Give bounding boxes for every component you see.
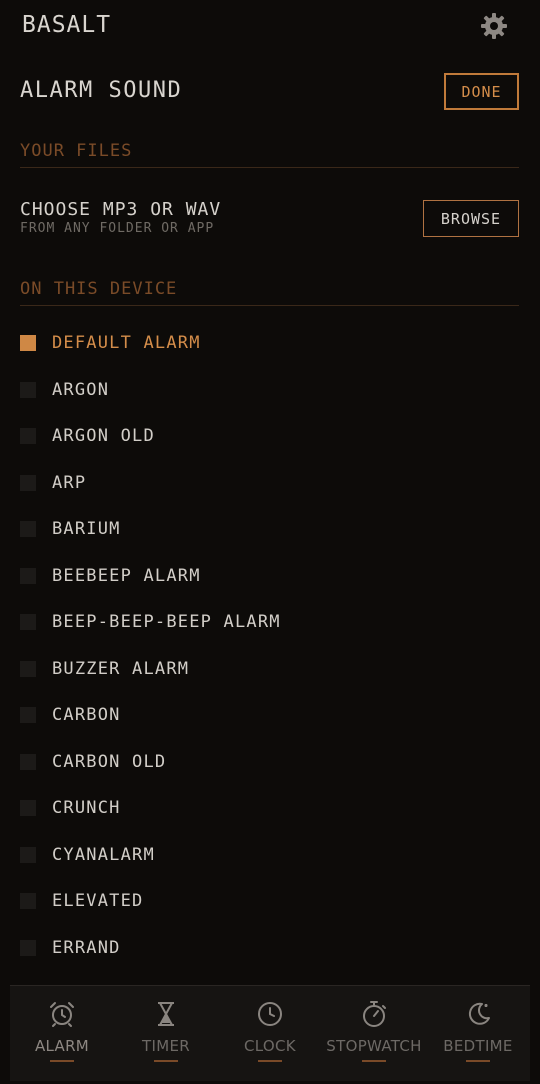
sound-item-errand[interactable]: ERRAND (20, 925, 520, 972)
radio-selected-indicator[interactable] (20, 335, 36, 352)
sound-label: BEEBEEP ALARM (52, 565, 201, 586)
nav-clock[interactable]: CLOCK (218, 986, 322, 1081)
stopwatch-icon (360, 1000, 388, 1028)
alarm-clock-icon (48, 1000, 76, 1028)
sound-label: CRUNCH (52, 798, 121, 819)
hourglass-icon (152, 1000, 180, 1028)
radio-indicator[interactable] (20, 800, 36, 817)
nav-label: BEDTIME (443, 1037, 513, 1055)
radio-indicator[interactable] (20, 381, 36, 398)
sound-item-buzzer-alarm[interactable]: BUZZER ALARM (20, 646, 520, 693)
sound-label: ARP (52, 472, 87, 493)
sound-label: BARIUM (52, 519, 121, 540)
sound-item-cyanalarm[interactable]: CYANALARM (20, 832, 520, 879)
section-header-on-this-device: ON THIS DEVICE (20, 279, 519, 306)
nav-underline (154, 1060, 178, 1062)
sound-item-beebeep-alarm[interactable]: BEEBEEP ALARM (20, 553, 520, 600)
sound-label: DEFAULT ALARM (52, 333, 201, 354)
radio-indicator[interactable] (20, 660, 36, 677)
sound-label: CARBON OLD (52, 751, 167, 772)
sound-item-carbon-old[interactable]: CARBON OLD (20, 739, 520, 786)
app-title: BASALT (22, 12, 112, 38)
sound-label: ELEVATED (52, 891, 144, 912)
radio-indicator[interactable] (20, 474, 36, 491)
sound-item-crunch[interactable]: CRUNCH (20, 785, 520, 832)
browse-button[interactable]: BROWSE (423, 200, 519, 237)
sound-item-elevated[interactable]: ELEVATED (20, 878, 520, 925)
sound-item-default-alarm[interactable]: DEFAULT ALARM (20, 320, 520, 367)
moon-icon (464, 1000, 492, 1028)
gear-icon[interactable] (480, 12, 508, 40)
nav-underline (258, 1060, 282, 1062)
sound-label: ARGON (52, 379, 110, 400)
sound-item-argon-old[interactable]: ARGON OLD (20, 413, 520, 460)
radio-indicator[interactable] (20, 521, 36, 538)
sound-label: BEEP-BEEP-BEEP ALARM (52, 612, 281, 633)
nav-alarm[interactable]: ALARM (10, 986, 114, 1081)
nav-underline (362, 1060, 386, 1062)
bottom-nav: ALARM TIMER CLOCK STOPWATCH BEDTIME (10, 985, 530, 1081)
nav-timer[interactable]: TIMER (114, 986, 218, 1081)
radio-indicator[interactable] (20, 846, 36, 863)
radio-indicator[interactable] (20, 893, 36, 910)
sound-item-beep-beep-beep-alarm[interactable]: BEEP-BEEP-BEEP ALARM (20, 599, 520, 646)
radio-indicator[interactable] (20, 614, 36, 631)
sound-item-carbon[interactable]: CARBON (20, 692, 520, 739)
sound-label: ARGON OLD (52, 426, 155, 447)
nav-label: TIMER (142, 1037, 190, 1055)
radio-indicator[interactable] (20, 753, 36, 770)
nav-stopwatch[interactable]: STOPWATCH (322, 986, 426, 1081)
sound-label: BUZZER ALARM (52, 658, 190, 679)
nav-bedtime[interactable]: BEDTIME (426, 986, 530, 1081)
radio-indicator[interactable] (20, 567, 36, 584)
choose-file-title: CHOOSE MP3 OR WAV (20, 199, 222, 220)
radio-indicator[interactable] (20, 707, 36, 724)
clock-icon (256, 1000, 284, 1028)
sound-item-argon[interactable]: ARGON (20, 367, 520, 414)
nav-underline (466, 1060, 490, 1062)
radio-indicator[interactable] (20, 428, 36, 445)
page-title: ALARM SOUND (20, 78, 183, 103)
nav-label: CLOCK (244, 1037, 296, 1055)
nav-label: ALARM (34, 1037, 90, 1055)
radio-indicator[interactable] (20, 939, 36, 956)
nav-label: STOPWATCH (326, 1037, 422, 1055)
sound-label: ERRAND (52, 937, 121, 958)
done-button[interactable]: DONE (444, 73, 519, 110)
sound-label: CARBON (52, 705, 121, 726)
sound-item-barium[interactable]: BARIUM (20, 506, 520, 553)
section-header-your-files: YOUR FILES (20, 141, 519, 168)
sound-item-arp[interactable]: ARP (20, 460, 520, 507)
choose-file-subtitle: FROM ANY FOLDER OR APP (20, 221, 215, 236)
nav-active-underline (50, 1060, 74, 1062)
sound-list: DEFAULT ALARM ARGON ARGON OLD ARP BARIUM… (20, 320, 520, 971)
sound-label: CYANALARM (52, 844, 155, 865)
